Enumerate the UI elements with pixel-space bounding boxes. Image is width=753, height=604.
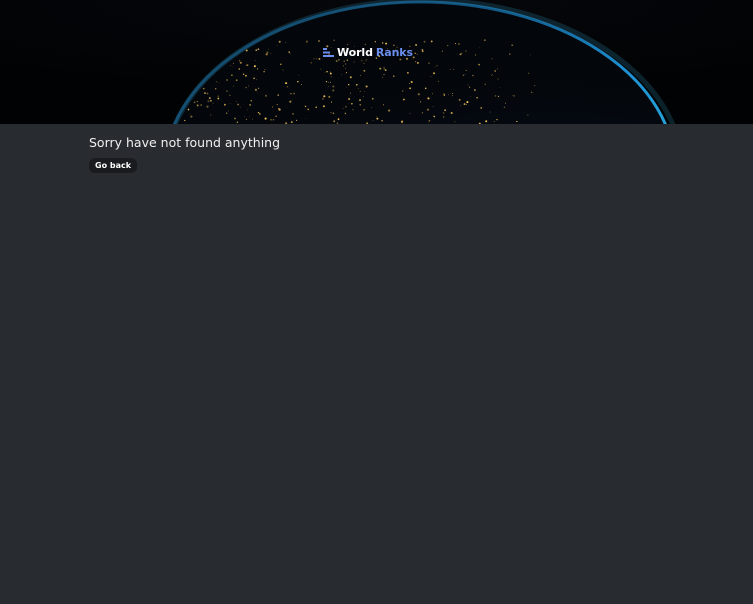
go-back-button[interactable]: Go back	[89, 158, 138, 173]
hero-banner: World Ranks	[0, 0, 753, 124]
logo-word-ranks: Ranks	[375, 45, 413, 59]
not-found-message: Sorry have not found anything	[89, 135, 281, 150]
not-found-panel: Sorry have not found anything Go back	[89, 135, 280, 173]
logo-word-world: World	[337, 45, 373, 59]
logo[interactable]: World Ranks	[323, 45, 413, 59]
earth-image	[0, 0, 753, 124]
ranking-bars-icon	[323, 47, 334, 57]
